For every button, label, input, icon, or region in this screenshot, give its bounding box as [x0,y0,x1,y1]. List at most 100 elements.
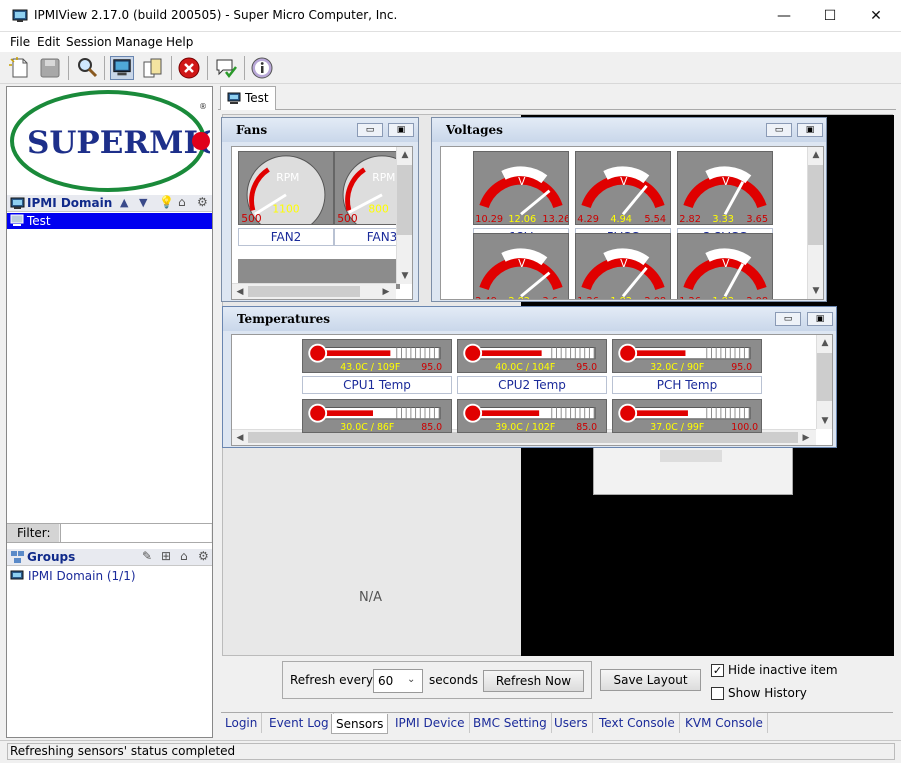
gauge-unit: V [620,175,628,188]
home-icon[interactable]: ⌂ [180,549,188,563]
copy-icon[interactable] [141,56,165,80]
scroll-up-icon[interactable]: ▲ [817,335,832,351]
show-history-checkbox[interactable] [711,687,724,700]
tab-sensors[interactable]: Sensors [331,714,389,734]
thermometer-label: CPU1 Temp [302,376,452,394]
maximize-button[interactable]: ☐ [807,0,853,32]
tab-login[interactable]: Login [221,713,263,733]
scroll-down-icon[interactable]: ▼ [397,268,412,284]
scroll-up-icon[interactable]: ▲ [808,147,823,163]
gauge-unit: V [620,257,628,270]
maximize-panel-icon[interactable]: ▣ [388,123,414,137]
domain-icon [10,197,25,209]
gauge-voltage: V1.261.832.08Vcpu2 [677,233,773,299]
add-group-icon[interactable]: ⊞ [161,549,171,563]
hide-inactive-checkbox[interactable]: ✓ [711,664,724,677]
toolbar [0,52,901,84]
scroll-up-icon[interactable]: ▲ [397,147,412,163]
tab-event-log[interactable]: Event Log [265,713,334,733]
gauge-needle [520,189,551,216]
menu-file[interactable]: File [10,35,30,49]
scroll-thumb[interactable] [248,286,360,297]
minimize-panel-icon[interactable]: ▭ [775,312,801,326]
search-icon[interactable] [75,56,99,80]
temperatures-title-bar: Temperatures [223,307,836,331]
scroll-left-icon[interactable]: ◀ [232,430,248,445]
gauge-high: 2.08 [644,296,666,300]
menu-edit[interactable]: Edit [37,35,60,49]
group-item[interactable]: IPMI Domain (1/1) [7,568,212,584]
filter-input[interactable] [60,524,211,542]
menu-manage[interactable]: Manage [115,35,163,49]
voltages-window[interactable]: Voltages ▭ ▣ ▲ ▼ V 10.29 12.06 13.26 12V V 4.2… [431,117,827,302]
tab-bmc-setting[interactable]: BMC Setting [469,713,552,733]
gauge-label: FAN2 [238,228,334,246]
scroll-thumb[interactable] [397,165,412,235]
thermo-reading: 32.0C / 90F [650,362,704,373]
chevron-down-icon: ⌄ [407,674,416,685]
settings-icon[interactable]: ⚙ [198,549,209,563]
tab-test[interactable]: Test [220,86,276,110]
edit-group-icon[interactable]: ✎ [142,549,152,563]
thermometer-gauge: 30.0C / 86F 85.0 [302,399,452,433]
scroll-thumb[interactable] [808,165,823,245]
minimize-panel-icon[interactable]: ▭ [766,123,792,137]
tab-ipmi-device[interactable]: IPMI Device [391,713,470,733]
svg-text:1100: 1100 [272,202,299,215]
maximize-panel-icon[interactable]: ▣ [797,123,823,137]
menu-session[interactable]: Session [66,35,112,49]
scroll-down-icon[interactable]: ▼ [808,283,823,299]
menu-help[interactable]: Help [166,35,193,49]
stop-icon[interactable] [177,56,201,80]
refresh-now-button[interactable]: Refresh Now [483,670,584,692]
scroll-left-icon[interactable]: ◀ [232,284,248,299]
groups-icon [11,551,24,563]
scroll-thumb[interactable] [817,353,832,401]
gauge-value: 3.33 [712,214,734,225]
hide-inactive-row[interactable]: ✓ Hide inactive item [711,662,851,680]
thermo-bulb [308,403,328,423]
save-layout-button[interactable]: Save Layout [600,669,701,691]
domain-item-test[interactable]: Test [7,213,212,229]
fans-vertical-scrollbar[interactable]: ▲ ▼ [396,147,412,284]
maximize-panel-icon[interactable]: ▣ [807,312,833,326]
thermo-reading: 39.0C / 102F [495,422,555,433]
monitor-icon[interactable] [110,56,134,80]
show-history-row[interactable]: Show History [711,685,851,703]
gauge-unit: V [722,175,730,188]
gauge-value: 12.06 [508,214,536,225]
scroll-down-icon[interactable]: ▼ [817,413,832,429]
down-arrow-icon[interactable]: ▼ [139,196,147,209]
refresh-interval-select[interactable]: 60 ⌄ [373,669,423,693]
gauge-value: 1.82 [610,296,632,300]
voltages-vertical-scrollbar[interactable]: ▲ ▼ [807,147,823,299]
temperatures-vertical-scrollbar[interactable]: ▲ ▼ [816,335,832,429]
minimize-button[interactable]: — [761,0,807,32]
temperatures-window[interactable]: Temperatures ▭ ▣ ▲ ▼ ◀ ▶ 43.0C / 109F 95.… [222,306,837,448]
chat-icon[interactable] [214,56,238,80]
tab-text-console[interactable]: Text Console [595,713,680,733]
settings-icon[interactable]: ⚙ [197,195,208,209]
filter-label: Filter: [7,524,59,542]
tab-kvm-console[interactable]: KVM Console [681,713,768,733]
scroll-right-icon[interactable]: ▶ [798,430,814,445]
groups-header-row: Groups ✎ ⊞ ⌂ ⚙ [7,549,212,566]
computer-icon [10,214,24,226]
info-icon[interactable] [250,56,274,80]
home-icon[interactable]: ⌂ [178,195,186,209]
up-arrow-icon[interactable]: ▲ [120,196,128,209]
fans-window[interactable]: Fans ▭ ▣ RPM 500 1100 FAN2 RPM 500 800 F… [221,117,419,302]
title-bar: IPMIView 2.17.0 (build 200505) - Super M… [0,0,901,32]
fans-horizontal-scrollbar[interactable]: ◀ ▶ [232,283,396,299]
minimize-panel-icon[interactable]: ▭ [357,123,383,137]
bottom-tab-strip: Login Event Log Sensors IPMI Device BMC … [221,712,893,734]
thermo-bulb [618,343,638,363]
new-icon[interactable] [8,56,32,80]
lightbulb-icon[interactable]: 💡 [159,195,174,209]
gauge-low: 2.82 [679,214,701,225]
thermo-max: 85.0 [421,422,442,433]
scroll-right-icon[interactable]: ▶ [378,284,394,299]
save-icon[interactable] [38,56,62,80]
tab-users[interactable]: Users [550,713,593,733]
close-window-button[interactable]: ✕ [853,0,899,32]
